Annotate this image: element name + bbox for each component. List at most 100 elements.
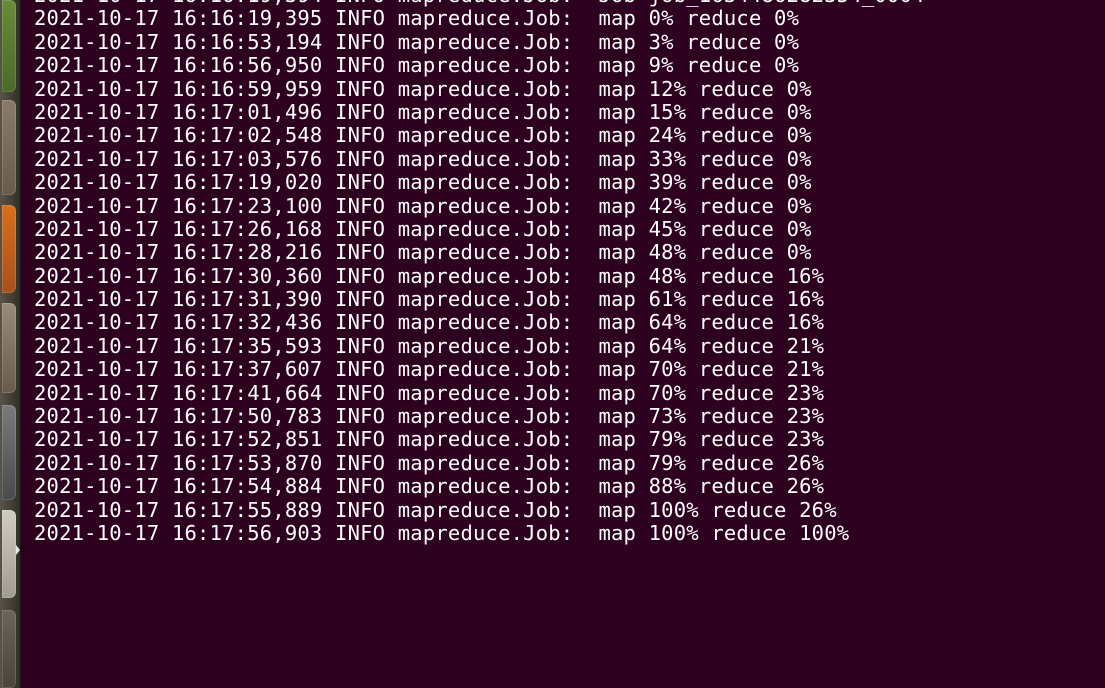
log-time: 16:16:53,194 (171, 29, 323, 54)
log-time: 16:17:30,360 (171, 263, 323, 288)
log-level: INFO (335, 123, 386, 148)
log-date: 2021-10-17 (34, 310, 160, 335)
log-level: INFO (335, 497, 386, 522)
log-message: map 0% reduce 0% (598, 6, 800, 31)
log-date: 2021-10-17 (34, 404, 160, 429)
log-time: 16:16:56,950 (171, 53, 323, 78)
log-logger: mapreduce.Job: (397, 380, 574, 405)
log-logger: mapreduce.Job: (397, 427, 574, 452)
log-message: map 48% reduce 16% (598, 263, 825, 288)
log-message: map 45% reduce 0% (598, 216, 812, 241)
log-time: 16:17:23,100 (171, 193, 323, 218)
log-line: 2021-10-17 16:17:01,496 INFO mapreduce.J… (34, 99, 925, 124)
log-logger: mapreduce.Job: (397, 99, 574, 124)
log-time: 16:17:41,664 (171, 380, 323, 405)
log-time: 16:17:26,168 (171, 216, 323, 241)
log-logger: mapreduce.Job: (397, 450, 574, 475)
log-logger: mapreduce.Job: (397, 310, 574, 335)
log-time: 16:17:55,889 (171, 497, 323, 522)
desktop-screen: 2021-10-17 16:16:19,394 INFO mapreduce.J… (0, 0, 1105, 688)
launcher-app-icon[interactable] (2, 405, 16, 500)
log-logger: mapreduce.Job: (397, 146, 574, 171)
log-time: 16:17:56,903 (171, 520, 323, 545)
log-date: 2021-10-17 (34, 474, 160, 499)
log-line: 2021-10-17 16:17:23,100 INFO mapreduce.J… (34, 193, 925, 218)
ubuntu-launcher (0, 0, 21, 688)
log-date: 2021-10-17 (34, 380, 160, 405)
log-logger: mapreduce.Job: (397, 357, 574, 382)
log-level: INFO (335, 6, 386, 31)
terminal-output: 2021-10-17 16:16:19,394 INFO mapreduce.J… (34, 0, 925, 545)
log-time: 16:17:31,390 (171, 287, 323, 312)
log-line: 2021-10-17 16:17:37,607 INFO mapreduce.J… (34, 358, 925, 381)
log-message: map 79% reduce 23% (598, 427, 825, 452)
log-line: 2021-10-17 16:17:28,216 INFO mapreduce.J… (34, 241, 925, 264)
log-level: INFO (335, 99, 386, 124)
log-date: 2021-10-17 (34, 193, 160, 218)
log-message: map 33% reduce 0% (598, 146, 812, 171)
log-message: map 64% reduce 21% (598, 333, 825, 358)
log-message: map 42% reduce 0% (598, 193, 812, 218)
log-line: 2021-10-17 16:17:53,870 INFO mapreduce.J… (34, 450, 925, 475)
log-logger: mapreduce.Job: (397, 520, 574, 545)
log-logger: mapreduce.Job: (397, 53, 574, 78)
log-level: INFO (335, 404, 386, 429)
log-time: 16:17:37,607 (171, 357, 323, 382)
log-logger: mapreduce.Job: (397, 474, 574, 499)
log-date: 2021-10-17 (34, 357, 160, 382)
launcher-app-icon[interactable] (2, 510, 16, 598)
launcher-app-icon[interactable] (2, 0, 16, 92)
log-logger: mapreduce.Job: (397, 404, 574, 429)
log-message: map 100% reduce 26% (598, 497, 837, 522)
launcher-active-indicator-icon (16, 545, 20, 555)
log-line: 2021-10-17 16:17:35,593 INFO mapreduce.J… (34, 333, 925, 358)
log-line: 2021-10-17 16:17:03,576 INFO mapreduce.J… (34, 146, 925, 171)
log-line: 2021-10-17 16:17:41,664 INFO mapreduce.J… (34, 380, 925, 405)
log-logger: mapreduce.Job: (397, 240, 574, 265)
log-line: 2021-10-17 16:17:31,390 INFO mapreduce.J… (34, 287, 925, 312)
log-line: 2021-10-17 16:17:55,889 INFO mapreduce.J… (34, 497, 925, 522)
log-level: INFO (335, 76, 386, 101)
log-logger: mapreduce.Job: (397, 6, 574, 31)
log-date: 2021-10-17 (34, 333, 160, 358)
log-date: 2021-10-17 (34, 240, 160, 265)
log-level: INFO (335, 427, 386, 452)
launcher-app-icon[interactable] (2, 100, 16, 195)
log-line: 2021-10-17 16:16:53,194 INFO mapreduce.J… (34, 29, 925, 54)
log-message: map 88% reduce 26% (598, 474, 825, 499)
log-time: 16:17:32,436 (171, 310, 323, 335)
log-message: map 15% reduce 0% (598, 99, 812, 124)
terminal-window[interactable]: 2021-10-17 16:16:19,394 INFO mapreduce.J… (24, 0, 1105, 688)
log-logger: mapreduce.Job: (397, 76, 574, 101)
log-time: 16:17:01,496 (171, 99, 323, 124)
log-line: 2021-10-17 16:17:19,020 INFO mapreduce.J… (34, 170, 925, 195)
log-date: 2021-10-17 (34, 76, 160, 101)
launcher-app-icon[interactable] (2, 205, 16, 293)
log-line: 2021-10-17 16:16:56,950 INFO mapreduce.J… (34, 53, 925, 78)
log-date: 2021-10-17 (34, 263, 160, 288)
log-message: map 48% reduce 0% (598, 240, 812, 265)
log-date: 2021-10-17 (34, 497, 160, 522)
log-line: 2021-10-17 16:17:52,851 INFO mapreduce.J… (34, 428, 925, 451)
log-time: 16:16:19,395 (171, 6, 323, 31)
log-logger: mapreduce.Job: (397, 216, 574, 241)
log-message: map 100% reduce 100% (598, 520, 850, 545)
log-level: INFO (335, 263, 386, 288)
log-time: 16:17:50,783 (171, 404, 323, 429)
log-message: map 9% reduce 0% (598, 53, 800, 78)
log-time: 16:17:53,870 (171, 450, 323, 475)
log-message: map 70% reduce 21% (598, 357, 825, 382)
log-time: 16:17:35,593 (171, 333, 323, 358)
log-message: map 79% reduce 26% (598, 450, 825, 475)
launcher-app-icon[interactable] (2, 610, 16, 688)
log-message: map 12% reduce 0% (598, 76, 812, 101)
log-level: INFO (335, 193, 386, 218)
log-level: INFO (335, 474, 386, 499)
log-time: 16:17:28,216 (171, 240, 323, 265)
log-date: 2021-10-17 (34, 170, 160, 195)
log-level: INFO (335, 170, 386, 195)
log-date: 2021-10-17 (34, 450, 160, 475)
log-logger: mapreduce.Job: (397, 29, 574, 54)
log-logger: mapreduce.Job: (397, 123, 574, 148)
launcher-app-icon[interactable] (2, 303, 16, 393)
